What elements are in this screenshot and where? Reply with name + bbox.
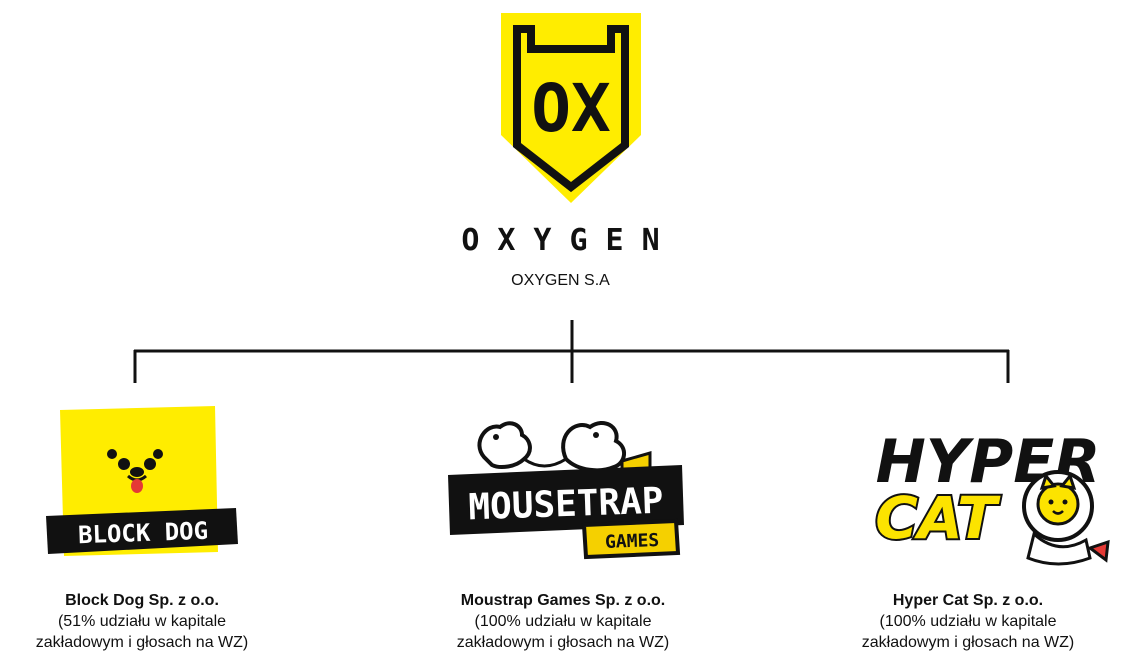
mouse-tail bbox=[523, 457, 567, 468]
cat-face-icon bbox=[1036, 482, 1080, 526]
mousetrap-logo-subtext: GAMES bbox=[605, 530, 660, 553]
dog-tongue bbox=[131, 479, 143, 493]
block-dog-share-line2: zakładowym i głosach na WZ) bbox=[35, 634, 249, 651]
block-dog-logo: BLOCK DOG bbox=[46, 406, 238, 556]
block-dog-caption: Block Dog Sp. z o.o. (51% udziału w kapi… bbox=[0, 590, 292, 653]
block-dog-name: Block Dog Sp. z o.o. bbox=[65, 592, 219, 609]
oxygen-logo-letters: OX bbox=[531, 70, 610, 147]
parent-company-name: OXYGEN S.A bbox=[511, 272, 610, 289]
dog-nose bbox=[130, 467, 144, 477]
dog-ear-left bbox=[107, 449, 117, 459]
hyper-cat-name: Hyper Cat Sp. z o.o. bbox=[892, 592, 1044, 609]
rocket-flame-icon bbox=[1086, 539, 1110, 563]
dog-eye-right bbox=[144, 458, 156, 470]
mousetrap-games-share-line1: (100% udziału w kapitale bbox=[474, 613, 652, 630]
block-dog-share-line1: (51% udziału w kapitale bbox=[57, 613, 227, 630]
hyper-cat-logo: HYPER CAT bbox=[873, 427, 1110, 566]
oxygen-logo: OX bbox=[501, 13, 641, 203]
mouse-right-icon bbox=[561, 421, 626, 473]
mousetrap-games-name: Moustrap Games Sp. z o.o. bbox=[460, 592, 666, 609]
mousetrap-games-caption: Moustrap Games Sp. z o.o. (100% udziału … bbox=[413, 590, 713, 653]
parent-brand-word: OXYGEN bbox=[461, 223, 678, 258]
hyper-cat-caption: Hyper Cat Sp. z o.o. (100% udziału w kap… bbox=[818, 590, 1118, 653]
dog-eye-left bbox=[118, 458, 130, 470]
mouse-left-icon bbox=[477, 421, 532, 469]
mousetrap-games-logo: MOUSETRAP GAMES bbox=[448, 421, 684, 560]
hyper-cat-share-line2: zakładowym i głosach na WZ) bbox=[861, 634, 1075, 651]
hyper-cat-share-line1: (100% udziału w kapitale bbox=[879, 613, 1057, 630]
block-dog-logo-text: BLOCK DOG bbox=[78, 517, 209, 550]
mousetrap-games-share-line2: zakładowym i głosach na WZ) bbox=[456, 634, 670, 651]
dog-ear-right bbox=[153, 449, 163, 459]
hyper-cat-logo-subtext: CAT bbox=[875, 484, 1001, 552]
